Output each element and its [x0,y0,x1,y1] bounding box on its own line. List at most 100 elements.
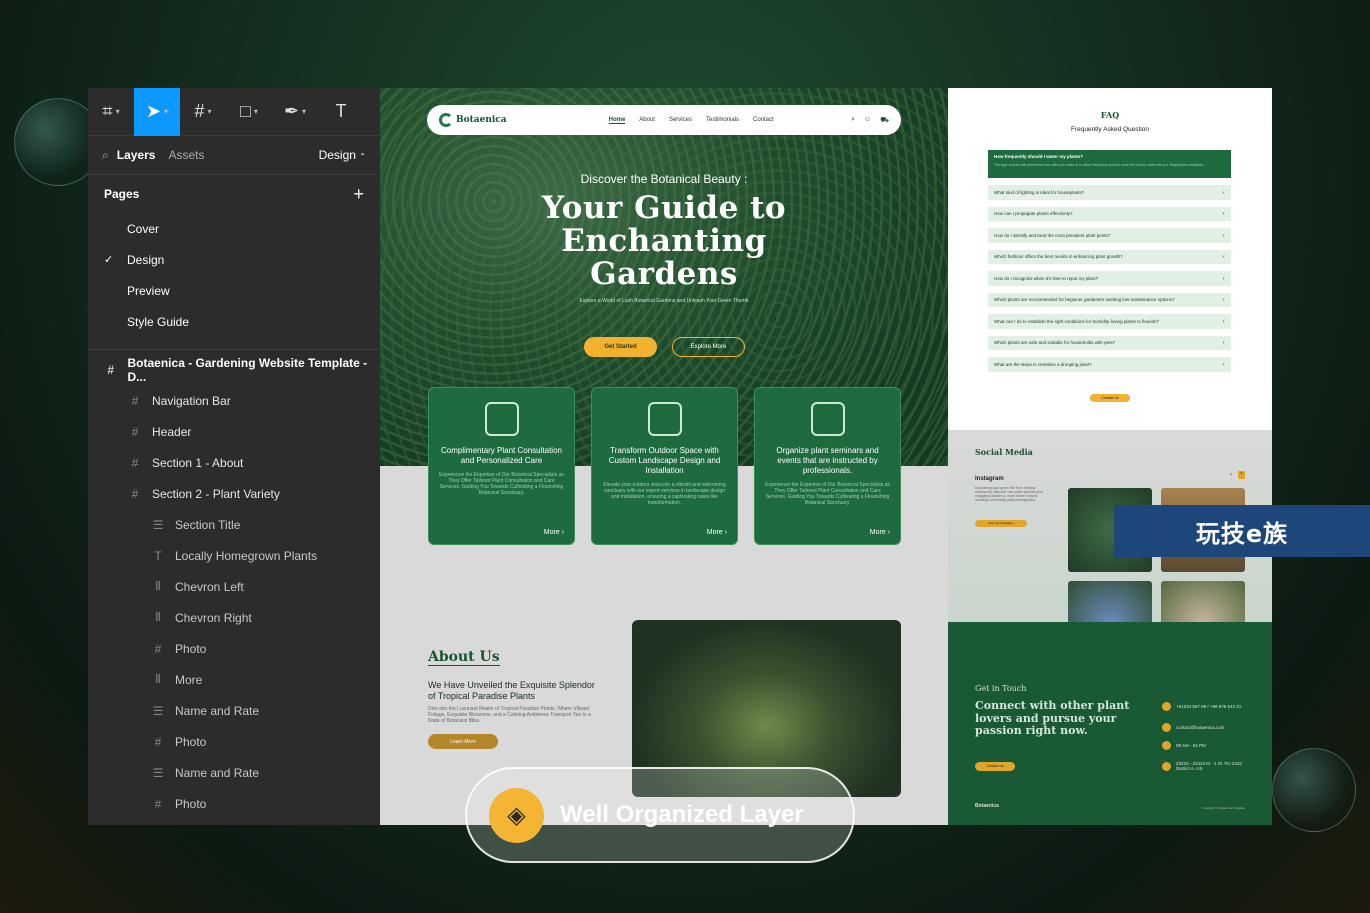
faq-item[interactable]: Which plants are recommended for beginne… [988,292,1231,307]
card-more-link[interactable]: More › [544,529,564,536]
move-tool-button[interactable]: ➤ ▾ [134,88,180,136]
faq-item[interactable]: How do I recognize when it's time to rep… [988,271,1231,286]
service-card[interactable]: Organize plant seminars and events that … [754,387,901,545]
auto-layout-icon: ☰ [152,765,164,780]
chevron-left-icon[interactable]: ‹ [1230,472,1232,478]
layer-item[interactable]: ⫴ More [88,664,380,695]
layer-label: Chevron Left [175,579,244,594]
search-icon[interactable]: ⌕ [851,116,855,125]
chevron-down-icon: ▾ [302,107,307,116]
search-icon[interactable]: ⌕ [102,148,109,163]
add-page-icon[interactable]: + [353,184,364,205]
faq-item[interactable]: What are the steps to revitalize a droop… [988,357,1231,372]
more-label: More [869,529,886,536]
panel-tabs: ⌕ Layers Assets Design ⌃ [88,136,380,175]
layer-frame[interactable]: # Botaenica - Gardening Website Template… [88,354,380,385]
plus-icon: + [1222,232,1225,238]
text-tool-button[interactable]: T [318,88,364,136]
layer-item[interactable]: ☰ Name and Rate [88,757,380,788]
service-card[interactable]: Complimentary Plant Consultation and Per… [428,387,575,545]
page-item[interactable]: Cover [88,213,380,244]
check-icon: ✓ [104,254,114,266]
user-icon[interactable]: ☺ [864,116,871,125]
chevron-right-icon: › [722,529,727,536]
faq-question: What kind of lighting is ideal for house… [994,189,1085,195]
layer-item[interactable]: ☰ Section Title [88,509,380,540]
faq-question: How can I propagate plants effectively? [994,211,1073,217]
faq-item[interactable]: What kind of lighting is ideal for house… [988,185,1231,200]
frame-icon: # [131,393,139,408]
card-more-link[interactable]: More › [707,529,727,536]
hero-title: Your Guide to Enchanting Gardens [380,192,948,291]
chevron-right-icon[interactable]: › [1238,471,1245,479]
layer-item[interactable]: ⫴ Chevron Right [88,602,380,633]
faq-item[interactable]: What can I do to establish the right con… [988,314,1231,329]
faq-item[interactable]: How can I propagate plants effectively? + [988,206,1231,221]
more-label: More [543,529,560,536]
layer-item[interactable]: # Section 2 - Plant Variety [88,478,380,509]
layer-item[interactable]: # Section 1 - About [88,447,380,478]
contact-us-button[interactable]: Contact Us [1090,393,1130,402]
explore-more-button[interactable]: Explore More [672,337,745,357]
learn-more-button[interactable]: Learn More [428,734,498,749]
pen-tool-button[interactable]: ✒ ▾ [272,88,318,136]
layer-item[interactable]: ☰ Name and Rate [88,695,380,726]
frame-icon: # [131,424,139,439]
nav-link-services[interactable]: Services [669,117,692,124]
page-label: Cover [127,221,160,236]
layer-item[interactable]: # Navigation Bar [88,385,380,416]
plus-icon: + [1222,189,1225,195]
page-item[interactable]: Preview [88,275,380,306]
chevron-down-icon: ▾ [253,107,258,116]
page-item[interactable]: Style Guide [88,306,380,337]
text-icon: T [335,101,347,121]
frame-icon: # [154,641,162,656]
faq-item[interactable]: How do I identify and treat the most pre… [988,228,1231,243]
service-card[interactable]: Transform Outdoor Space with Custom Land… [591,387,738,545]
pages-list: Cover ✓ Design Preview Style Guide [88,213,380,337]
touch-contact-button[interactable]: Contact us [975,762,1015,771]
faq-answer: The type of plant will determine how oft… [994,163,1206,167]
tab-layers[interactable]: Layers [117,148,156,162]
figma-menu-button[interactable]: ⌗ ▾ [88,88,134,136]
layer-item[interactable]: # Photo [88,726,380,757]
nav-link-testimonials[interactable]: Testimonials [706,117,739,124]
about-section: About Us We Have Unveiled the Exquisite … [428,648,598,749]
layer-item[interactable]: ⫴ Chevron Left [88,571,380,602]
footer-logo: Botaenica [975,803,999,809]
faq-item[interactable]: Which fertilizer offers the best results… [988,249,1231,264]
layer-item[interactable]: # Photo [88,788,380,819]
card-description: Experience the Expertise of Our Botanica… [765,482,890,506]
cart-icon[interactable]: ⛟ [880,116,889,125]
decor-orb-right [1272,748,1356,832]
layer-label: Section 2 - Plant Variety [152,486,280,501]
layer-item[interactable]: # Header [88,416,380,447]
layer-item[interactable]: T Locally Homegrown Plants [88,540,380,571]
mail-icon [1162,723,1171,732]
contact-address: 23423 - 23423 M - 1 St. FU 2342 District… [1162,761,1256,771]
nav-link-home[interactable]: Home [608,117,626,124]
faq-question: Which fertilizer offers the best results… [994,254,1123,260]
site-logo[interactable]: Botaenica [439,113,507,127]
page-label: Design [127,252,165,267]
card-more-link[interactable]: More › [870,529,890,536]
card-description: Elevate your outdoor area into a vibrant… [603,482,726,506]
page-item[interactable]: ✓ Design [88,244,380,275]
layer-item[interactable]: # Photo [88,633,380,664]
get-started-button[interactable]: Get Started [584,337,657,357]
nav-link-about[interactable]: About [639,117,655,124]
frame-tool-button[interactable]: # ▾ [180,88,226,136]
touch-heading: Connect with other plant lovers and purs… [975,699,1130,737]
instagram-button[interactable]: See Our Instagram [975,520,1027,527]
faq-item[interactable]: Which plants are safe and suitable for h… [988,335,1231,350]
hero-title-line: Gardens [590,256,738,292]
nav-link-contact[interactable]: Contact [753,117,774,124]
faq-item-active[interactable]: How frequently should I water my plants?… [988,150,1231,178]
shape-tool-button[interactable]: □ ▾ [226,88,272,136]
rectangle-icon: □ [240,101,251,121]
instagram-description: Nourishing your green life from thriving… [975,486,1043,502]
mode-dropdown[interactable]: Design ⌃ [319,148,366,162]
layer-label: Photo [175,734,207,749]
tab-assets[interactable]: Assets [168,148,204,162]
footer-copyright: Copyright © Botaenica Template [1201,806,1245,810]
